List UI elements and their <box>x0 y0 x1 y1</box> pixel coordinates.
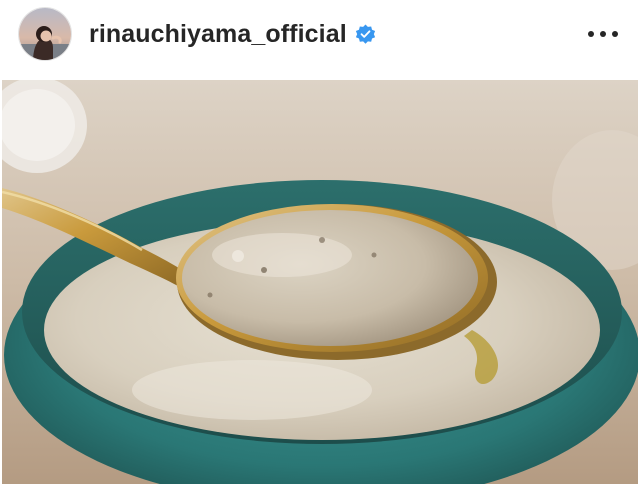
more-dot-icon <box>612 31 618 37</box>
username[interactable]: rinauchiyama_official <box>89 20 347 49</box>
post-photo[interactable] <box>2 80 638 484</box>
more-dot-icon <box>588 31 594 37</box>
instagram-post: rinauchiyama_official <box>0 0 640 486</box>
more-options-button[interactable] <box>588 22 618 46</box>
more-dot-icon <box>600 31 606 37</box>
avatar-image <box>19 8 71 60</box>
post-header: rinauchiyama_official <box>0 0 640 78</box>
profile-avatar[interactable] <box>18 7 72 61</box>
verified-badge-icon <box>355 24 376 45</box>
soup-photo-image <box>2 80 638 484</box>
username-block: rinauchiyama_official <box>89 18 376 50</box>
